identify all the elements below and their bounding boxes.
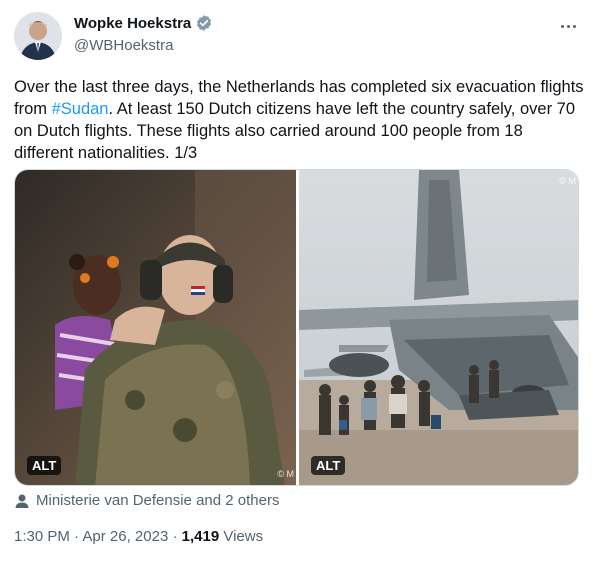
tweet-meta: 1:30 PM · Apr 26, 2023 · 1,419 Views [14,528,263,545]
author-handle[interactable]: @WBHoekstra [74,37,173,54]
photo-soldier-child[interactable]: ALT © M [15,170,296,485]
tweet-time[interactable]: 1:30 PM [14,528,70,545]
media-grid: ALT © M ALT © M [14,169,579,486]
author-name-row: Wopke Hoekstra [74,14,213,32]
views-label: Views [219,528,264,545]
alt-badge[interactable]: ALT [27,456,62,475]
tagged-users[interactable]: Ministerie van Defensie and 2 others [14,492,279,509]
avatar[interactable] [14,12,62,60]
meta-separator: · [69,528,83,545]
tagged-users-label: Ministerie van Defensie and 2 others [36,492,280,509]
tweet: Wopke Hoekstra @WBHoekstra Over the last… [0,0,598,572]
author-name[interactable]: Wopke Hoekstra [74,15,191,32]
photo-watermark: © M [277,469,294,479]
photo-watermark: © M [559,176,576,186]
alt-badge[interactable]: ALT [311,456,346,475]
more-options-icon[interactable] [556,14,580,38]
tweet-text: Over the last three days, the Netherland… [14,76,584,164]
tweet-date[interactable]: Apr 26, 2023 [82,528,168,545]
verified-badge-icon [195,14,213,32]
meta-separator: · [168,528,182,545]
photo-aircraft-boarding[interactable]: ALT © M [299,170,578,485]
views-count: 1,419 [181,528,220,545]
person-icon [14,493,30,509]
hashtag-link[interactable]: #Sudan [52,100,109,118]
